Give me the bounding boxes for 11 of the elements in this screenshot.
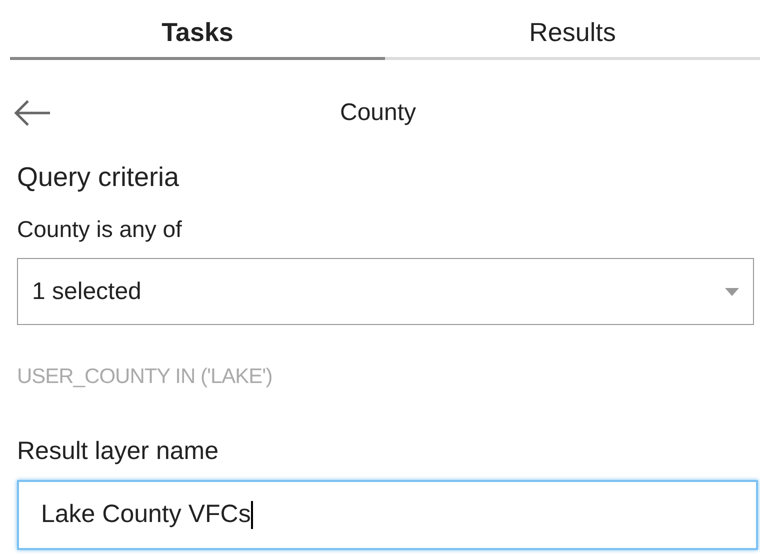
tab[interactable]: Results bbox=[385, 0, 760, 60]
field-label: Result layer name bbox=[17, 436, 220, 466]
dropdown[interactable]: 1 selected bbox=[17, 258, 754, 325]
tab[interactable]: Tasks bbox=[10, 0, 385, 60]
back-arrow-icon[interactable] bbox=[12, 98, 52, 128]
layer-name-field[interactable]: Lake County VFCs bbox=[17, 480, 758, 550]
field-label: County is any of bbox=[17, 214, 183, 244]
caret-icon bbox=[725, 288, 739, 296]
section-heading: Query criteria bbox=[17, 161, 180, 194]
panel-title: County bbox=[340, 98, 416, 128]
query-expression: USER_COUNTY IN ('LAKE') bbox=[17, 364, 274, 390]
